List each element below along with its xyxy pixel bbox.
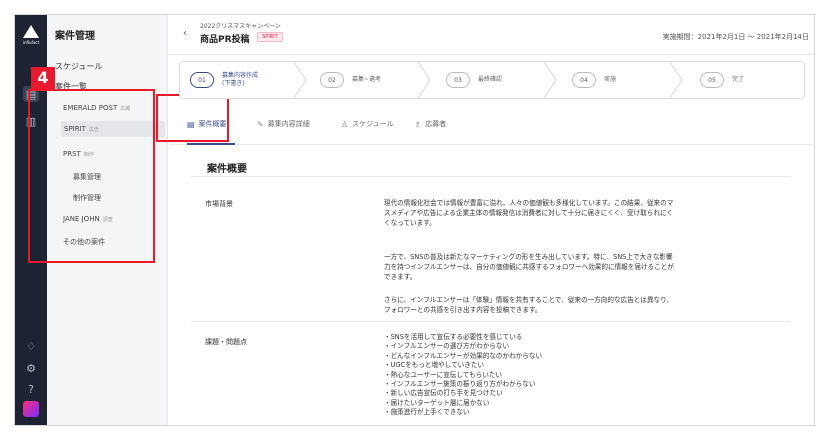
- person-icon: ♙: [341, 119, 349, 129]
- side-nav-title: 案件管理: [55, 31, 95, 42]
- market-background-label: 市場背景: [205, 200, 233, 208]
- issue-item: ・届けたいターゲット層に届かない: [384, 398, 490, 407]
- step-number-badge: 4: [31, 67, 55, 89]
- step-label-sub: (下書き): [222, 80, 245, 87]
- issue-item: ・どんなインフルエンサーが効果的なのかわからない: [384, 351, 543, 360]
- section-title: 案件概要: [191, 151, 791, 177]
- issue-item: ・インフルエンサーの選び方がわからない: [384, 342, 510, 351]
- app-window: influfact ▤ ▥ ♢ ⚙ ? 案件管理 スケジュール 案件一覧 EME…: [14, 14, 815, 426]
- bell-icon[interactable]: ♢: [23, 338, 39, 354]
- step-separator-icon: [293, 62, 307, 98]
- campaign-name: 2022クリスマスキャンペーン: [200, 23, 281, 30]
- market-paragraph-2: 一方で、SNSの普及は新たなマーケティングの形を生み出しています。特に、SNS上…: [384, 253, 674, 281]
- market-paragraph-3: さらに、インフルエンサーは「体験」情報を共有することで、従来の一方向的な広告とは…: [384, 296, 674, 314]
- logo-mark-icon: [23, 25, 39, 38]
- tab-label: 応募者: [425, 120, 447, 128]
- step-item[interactable]: 01 募集内容作成 (下書き): [190, 62, 258, 98]
- tab-applicants[interactable]: ♗ 応募者: [414, 119, 446, 129]
- section-divider: [191, 321, 791, 322]
- step-separator-icon: [543, 62, 557, 98]
- period-text: 実施期間：2021年2月1日 〜 2021年2月14日: [662, 33, 809, 41]
- step-number: 05: [700, 72, 724, 88]
- step-label-main: 募集内容作成: [222, 72, 259, 79]
- step-item[interactable]: 05 完了: [700, 62, 744, 98]
- step-separator-icon: [417, 62, 431, 98]
- issues-list: ・SNSを活用して宣伝する必要性を感じている ・インフルエンサーの選び方がわから…: [384, 333, 674, 418]
- issues-label: 課題・問題点: [205, 338, 247, 346]
- tab-overview[interactable]: ▤ 案件概要: [187, 119, 227, 129]
- active-tab-indicator: [187, 143, 235, 145]
- tab-schedule[interactable]: ♙ スケジュール: [341, 119, 394, 129]
- highlight-box-sidenav: [28, 89, 155, 263]
- nav-schedule[interactable]: スケジュール: [55, 61, 102, 72]
- project-badge: SPIRIT: [257, 32, 283, 42]
- tab-bar: ▤ 案件概要 ✎ 募集内容詳細 ♙ スケジュール ♗ 応募者: [169, 105, 814, 145]
- issue-item: ・熱心なユーザーに宣伝してもらいたい: [384, 370, 503, 379]
- tab-label: 募集内容詳細: [267, 120, 310, 128]
- issue-item: ・施策進行が上手くできない: [384, 408, 470, 417]
- tab-label: スケジュール: [352, 120, 394, 128]
- step-label: 実施: [604, 76, 617, 83]
- document-icon: ▤: [187, 119, 195, 129]
- issue-item: ・新しい広告宣伝の打ち手を見つけたい: [384, 389, 503, 398]
- tab-details[interactable]: ✎ 募集内容詳細: [257, 119, 310, 129]
- workspace-app-icon[interactable]: [23, 401, 39, 417]
- step-number: 04: [572, 72, 596, 88]
- people-icon: ♗: [414, 119, 422, 129]
- help-icon[interactable]: ?: [23, 381, 39, 397]
- step-number: 02: [320, 72, 344, 88]
- logo-text: influfact: [22, 40, 40, 45]
- step-number: 03: [446, 72, 470, 88]
- back-chevron-icon[interactable]: ‹: [183, 28, 187, 39]
- app-logo[interactable]: influfact: [21, 25, 41, 51]
- step-label: 完了: [732, 76, 745, 83]
- step-item[interactable]: 03 最終確認: [446, 62, 502, 98]
- step-item[interactable]: 04 実施: [572, 62, 616, 98]
- progress-steps: 01 募集内容作成 (下書き) 02 募集~選考 03 最終確認 04 実施 05…: [179, 61, 805, 99]
- step-label: 最終確認: [478, 76, 503, 83]
- pencil-icon: ✎: [257, 119, 264, 129]
- issue-item: ・UGCをもっと増やしていきたい: [384, 361, 485, 370]
- page-header: ‹ 2022クリスマスキャンペーン 商品PR投稿 SPIRIT 実施期間：202…: [169, 15, 814, 55]
- step-label: 募集内容作成 (下書き): [222, 72, 258, 88]
- tab-label: 案件概要: [198, 120, 227, 128]
- step-separator-icon: [669, 62, 683, 98]
- market-paragraph-1: 現代の情報化社会では情報が豊富に溢れ、人々の価値観も多様化しています。この結果、…: [384, 199, 674, 227]
- page-title: 商品PR投稿: [200, 35, 250, 45]
- step-item[interactable]: 02 募集~選考: [320, 62, 381, 98]
- issue-item: ・SNSを活用して宣伝する必要性を感じている: [384, 333, 523, 341]
- step-label: 募集~選考: [352, 76, 382, 83]
- step-number: 01: [190, 72, 214, 88]
- gear-icon[interactable]: ⚙: [23, 360, 39, 376]
